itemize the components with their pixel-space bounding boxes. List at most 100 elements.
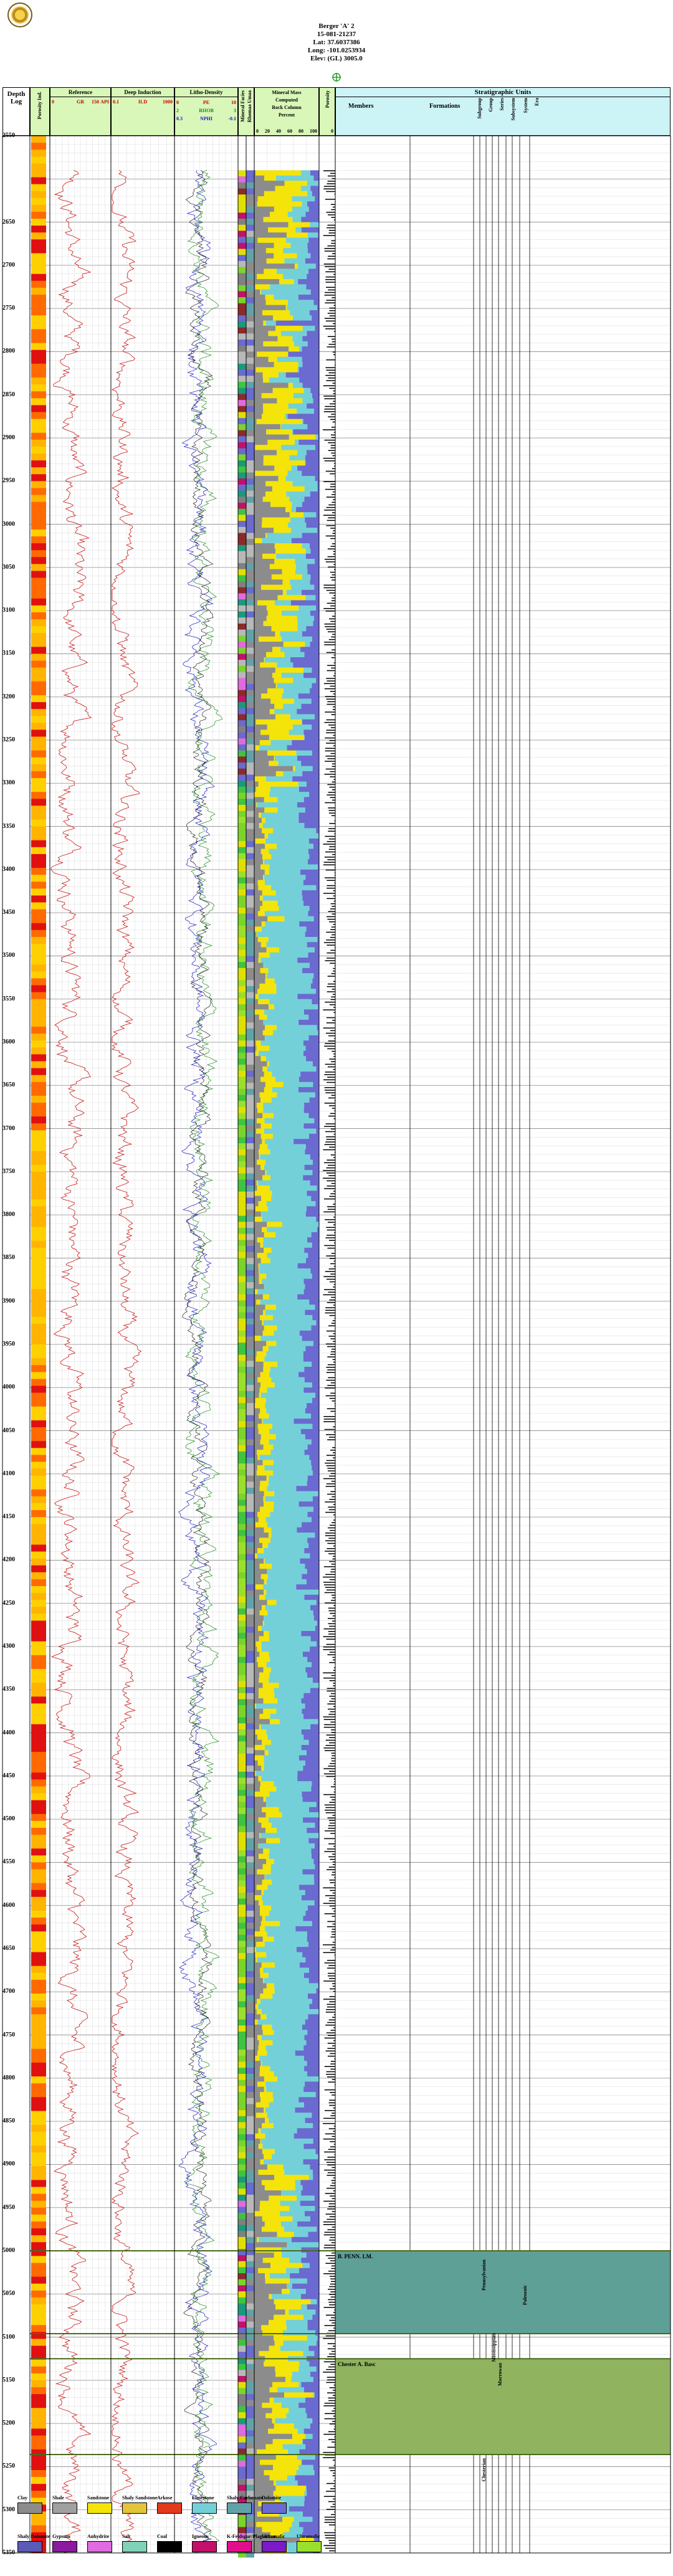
mineral-mass-segment [254,761,269,767]
mineral-mass-segment [294,279,298,285]
porosity-bar [329,1058,335,1060]
porosity-bar [331,452,335,454]
porosity-bar [323,1768,335,1769]
mineral-mass-segment [254,942,261,948]
reference-track-header: Reference 0 GR 150 API [50,87,111,136]
mineral-mass-segment [256,2113,267,2119]
mineral-mass-segment [305,2397,319,2403]
mineral-mass-segment [254,1014,259,1020]
mineral-mass-segment [309,1807,319,1813]
porosity-bar [328,2128,335,2129]
mineral-mass-segment [276,269,309,275]
mineral-mass-segment [257,1289,304,1295]
mineral-mass-segment [254,279,280,285]
rhomaa-umaa-cell [246,1209,254,1217]
porosity-bar [327,1048,335,1050]
rhomaa-umaa-cell [246,321,254,328]
mineral-mass-segment [316,828,319,834]
mineral-facies-cell [238,2236,246,2244]
porosity-bar [330,1936,335,1938]
porosity-indicator-cell [31,1192,46,1200]
mineral-facies-cell [238,1481,246,1488]
mineral-mass-segment [270,1719,280,1725]
mineral-facies-cell [238,1929,246,1936]
porosity-indicator-cell [31,633,46,640]
rhomaa-umaa-cell [246,1367,254,1374]
porosity-indicator-cell [31,1835,46,1842]
mineral-facies-cell [238,242,246,250]
mineral-mass-segment [264,880,303,886]
rhomaa-umaa-cell [246,1475,254,1482]
mineral-mass-segment [261,2009,319,2015]
rhomaa-umaa-cell [246,1699,254,1706]
mineral-mass-segment [254,528,274,533]
strat-subgroup-label: Subgroup [477,98,482,119]
mineral-mass-segment [300,2200,319,2207]
mineral-mass-segment [308,206,319,212]
porosity-tick: 0 [331,128,333,134]
mineral-mass-segment [271,574,302,580]
mineral-mass-segment [270,2263,303,2269]
mineral-mass-segment [254,1009,265,1015]
rhomaa-umaa-cell [246,424,254,431]
mineral-mass-segment [260,1434,276,1440]
mineral-mass-segment [254,2169,259,2175]
mineral-mass-segment [262,2122,274,2129]
porosity-bar [323,457,335,459]
mineral-mass-segment [254,232,287,239]
mineral-mass-segment [280,2211,305,2217]
mineral-mass-segment [265,2413,287,2419]
rhomaa-umaa-cell [246,895,254,902]
mineral-mass-segment [257,2019,305,2025]
porosity-bar [325,851,335,853]
rhomaa-umaa-cell [246,1336,254,1343]
mineral-mass-segment [285,414,288,420]
rhomaa-umaa-cell [246,2261,254,2268]
mineral-mass-segment [315,445,319,450]
porosity-bar [324,1804,335,1806]
rhomaa-umaa-cell [246,1204,254,1210]
porosity-bar [324,2066,335,2067]
legend-label: Shaly Sandstone [122,2495,158,2501]
porosity-bar [327,701,335,703]
rhomaa-umaa-cell [246,2104,254,2111]
mineral-mass-segment [271,1527,297,1533]
porosity-indicator-cell [31,1538,46,1545]
mineral-mass-segment [269,1636,311,1642]
mineral-mass-segment [254,1387,260,1394]
mineral-mass-segment [254,890,262,896]
porosity-indicator-cell [31,1413,46,1421]
porosity-bar [329,1880,335,1881]
mineral-mass-segment [254,1542,263,1549]
mineral-mass-segment [266,1200,316,1207]
mineral-mass-segment [256,1941,265,1947]
rhomaa-umaa-cell [246,2418,254,2425]
porosity-bar [327,859,335,860]
rhomaa-umaa-cell [246,823,254,830]
mineral-mass-segment [265,973,267,979]
porosity-indicator-cell [31,232,46,240]
mineral-mass-segment [274,1501,299,1508]
mineral-mass-segment [300,869,319,875]
mineral-mass-segment [260,958,298,964]
mineral-mass-segment [254,2066,260,2072]
rhomaa-umaa-cell [246,1077,254,1083]
rhomaa-umaa-cell [246,1046,254,1053]
mineral-mass-segment [314,2195,319,2202]
mineral-mass-segment [254,615,267,622]
mineral-mass-segment [303,1693,319,1699]
mineral-mass-segment [258,994,298,1000]
porosity-bar [329,740,335,741]
porosity-indicator-cell [31,929,46,938]
mineral-mass-segment [262,1216,317,1222]
mineral-mass-segment [254,1273,259,1280]
mineral-mass-segment [254,911,258,917]
mineral-mass-segment [271,1880,315,1885]
porosity-indicator-cell [31,1862,46,1870]
mineral-mass-segment [254,196,258,202]
porosity-bar [323,942,335,943]
mineral-mass-segment [254,1227,262,1233]
mineral-mass-segment [275,320,319,326]
rhomaa-umaa-cell [246,430,254,437]
rhomaa-umaa-cell [246,1397,254,1404]
